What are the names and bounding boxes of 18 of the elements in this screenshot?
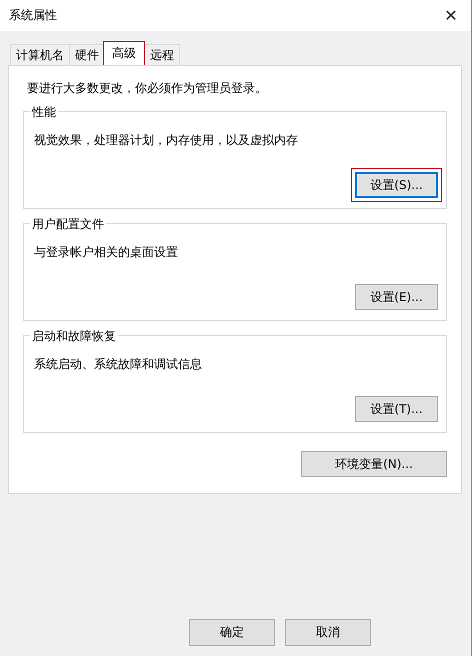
settings-button[interactable]: 设置(S)...	[355, 172, 438, 198]
window-title: 系统属性	[9, 7, 57, 24]
settings-button[interactable]: 设置(E)...	[355, 284, 438, 310]
notice-text: 要进行大多数更改，你必须作为管理员登录。	[27, 80, 268, 97]
group-description: 视觉效果，处理器计划，内存使用，以及虚拟内存	[34, 132, 299, 149]
tab[interactable]: 远程	[144, 44, 180, 65]
group-description: 系统启动、系统故障和调试信息	[34, 356, 203, 373]
cancel-button[interactable]: 取消	[285, 619, 371, 646]
tab[interactable]: 计算机名	[10, 44, 70, 65]
environment-variables-button[interactable]: 环境变量(N)...	[301, 451, 447, 477]
group-title: 启动和故障恢复	[30, 328, 118, 345]
tab[interactable]: 高级	[103, 41, 145, 65]
group-title: 性能	[30, 104, 58, 121]
group-description: 与登录帐户相关的桌面设置	[34, 244, 179, 261]
group-title: 用户配置文件	[30, 216, 106, 233]
close-button[interactable]: ✕	[431, 0, 471, 31]
ok-button[interactable]: 确定	[189, 619, 275, 646]
settings-button[interactable]: 设置(T)...	[355, 396, 438, 422]
